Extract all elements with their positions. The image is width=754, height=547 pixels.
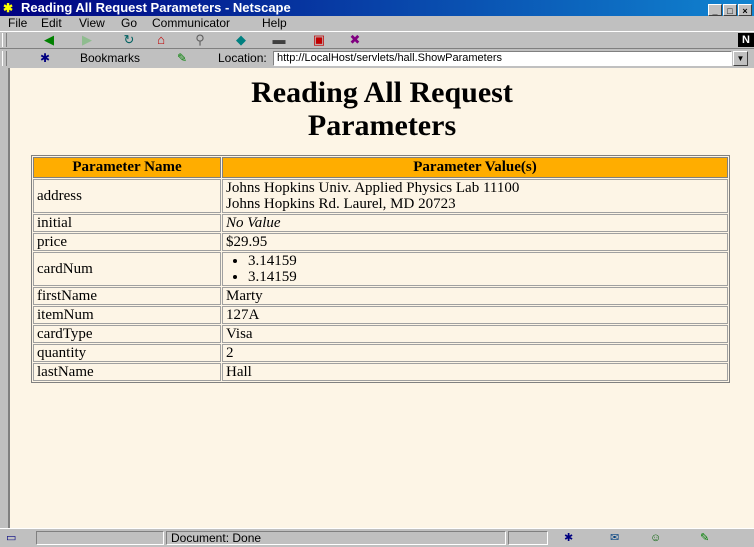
param-value: Visa	[222, 325, 728, 343]
page-content: Reading All Request Parameters Parameter…	[10, 68, 754, 528]
table-row: initial No Value	[33, 214, 728, 232]
component-discussion-icon[interactable]: ☺	[650, 531, 661, 545]
menu-help[interactable]: Help	[262, 16, 287, 31]
reload-icon[interactable]: ↻	[120, 33, 138, 47]
netscape-guide-icon[interactable]: ◆	[232, 33, 250, 47]
location-label: Location:	[218, 51, 267, 65]
menu-edit[interactable]: Edit	[41, 16, 62, 31]
security-lock-icon[interactable]: ▭	[6, 531, 16, 545]
progress-panel	[36, 531, 164, 545]
table-header-row: Parameter Name Parameter Value(s)	[33, 157, 728, 178]
component-mail-icon[interactable]: ✉	[610, 531, 619, 545]
heading-line-2: Parameters	[307, 109, 457, 142]
table-row: cardNum 3.14159 3.14159	[33, 252, 728, 286]
param-value-item: 3.14159	[248, 253, 724, 269]
table-row: address Johns Hopkins Univ. Applied Phys…	[33, 179, 728, 213]
location-bar: ✱ Bookmarks ✎ Location: http://LocalHost…	[0, 49, 754, 68]
param-name: itemNum	[33, 306, 221, 324]
table-row: quantity 2	[33, 344, 728, 362]
close-button[interactable]: ×	[738, 4, 752, 16]
stop-icon[interactable]: ✖	[346, 33, 364, 47]
forward-icon[interactable]: ▶	[78, 33, 96, 47]
window-controls: _ □ ×	[707, 2, 752, 16]
table-row: itemNum 127A	[33, 306, 728, 324]
title-bar: ✱ Reading All Request Parameters - Netsc…	[0, 0, 754, 16]
param-name: cardType	[33, 325, 221, 343]
table-row: lastName Hall	[33, 363, 728, 381]
table-row: cardType Visa	[33, 325, 728, 343]
left-frame-border	[0, 68, 10, 528]
menu-communicator[interactable]: Communicator	[152, 16, 230, 31]
security-icon[interactable]: ▣	[310, 33, 328, 47]
home-icon[interactable]: ⌂	[152, 33, 170, 47]
param-value: Johns Hopkins Univ. Applied Physics Lab …	[222, 179, 728, 213]
netscape-logo-icon: N	[738, 33, 754, 47]
param-value: 3.14159 3.14159	[222, 252, 728, 286]
param-value: 127A	[222, 306, 728, 324]
param-value: $29.95	[222, 233, 728, 251]
bookmarks-button[interactable]: Bookmarks	[80, 49, 140, 68]
status-text: Document: Done	[166, 531, 506, 545]
table-row: price $29.95	[33, 233, 728, 251]
minimize-button[interactable]: _	[708, 4, 722, 16]
parameters-table: Parameter Name Parameter Value(s) addres…	[31, 155, 730, 383]
param-value-item: 3.14159	[248, 269, 724, 285]
menu-go[interactable]: Go	[121, 16, 137, 31]
location-dropdown-button[interactable]: ▼	[733, 51, 748, 66]
status-panel-blank	[508, 531, 548, 545]
param-name: lastName	[33, 363, 221, 381]
param-value-line: Johns Hopkins Univ. Applied Physics Lab …	[226, 180, 520, 196]
navigation-toolbar: ◀ ▶ ↻ ⌂ ⚲ ◆ ▬ ▣ ✖ N	[0, 31, 754, 49]
netscape-app-icon[interactable]: ✱	[3, 1, 17, 15]
table-row: firstName Marty	[33, 287, 728, 305]
component-composer-icon[interactable]: ✎	[700, 531, 709, 545]
status-bar: ▭ Document: Done ✱ ✉ ☺ ✎	[0, 528, 754, 547]
param-name: address	[33, 179, 221, 213]
param-value-list: 3.14159 3.14159	[226, 253, 724, 285]
param-value: No Value	[222, 214, 728, 232]
param-name: price	[33, 233, 221, 251]
print-icon[interactable]: ▬	[270, 33, 288, 47]
param-name: firstName	[33, 287, 221, 305]
location-icon[interactable]: ✎	[177, 49, 187, 68]
window-title: Reading All Request Parameters - Netscap…	[21, 0, 291, 15]
param-value: Marty	[222, 287, 728, 305]
param-name: quantity	[33, 344, 221, 362]
header-parameter-name: Parameter Name	[33, 157, 221, 178]
param-value: 2	[222, 344, 728, 362]
heading-line-1: Reading All Request	[251, 76, 513, 109]
search-icon[interactable]: ⚲	[191, 33, 209, 47]
param-value-line: Johns Hopkins Rd. Laurel, MD 20723	[226, 196, 456, 212]
bookmarks-icon[interactable]: ✱	[40, 49, 50, 68]
component-navigator-icon[interactable]: ✱	[564, 531, 573, 545]
location-grip[interactable]	[2, 51, 7, 66]
param-name: cardNum	[33, 252, 221, 286]
toolbar-grip[interactable]	[2, 33, 7, 47]
menu-view[interactable]: View	[79, 16, 105, 31]
location-url-input[interactable]: http://LocalHost/servlets/hall.ShowParam…	[273, 51, 732, 66]
maximize-button[interactable]: □	[723, 4, 737, 16]
page-heading: Reading All Request Parameters	[10, 76, 754, 142]
menu-file[interactable]: File	[8, 16, 27, 31]
param-name: initial	[33, 214, 221, 232]
param-value: Hall	[222, 363, 728, 381]
back-icon[interactable]: ◀	[40, 33, 58, 47]
menu-bar: File Edit View Go Communicator Help	[0, 16, 754, 31]
header-parameter-values: Parameter Value(s)	[222, 157, 728, 178]
